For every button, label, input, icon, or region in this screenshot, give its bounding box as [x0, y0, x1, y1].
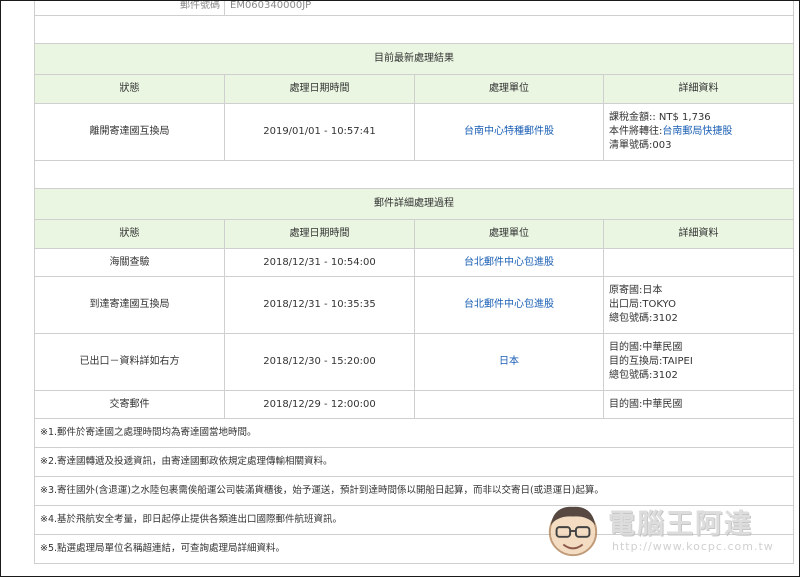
note-1: ※1.郵件於寄達國之處理時間均為寄達國當地時間。: [33, 418, 795, 448]
tracking-window: 郵件號碼 EM060340000JP 目前最新處理結果 狀態 處理日期時間 處理…: [0, 0, 800, 577]
history-row: 交寄郵件 2018/12/29 - 12:00:00 目的國:中華民國: [34, 390, 795, 419]
datetime-cell: 2019/01/01 - 10:57:41: [224, 103, 415, 161]
history-row: 海關查驗 2018/12/31 - 10:54:00 台北郵件中心包進股: [34, 248, 795, 277]
details-cell: 目的國:中華民國 目的互換局:TAIPEI 總包號碼:3102: [602, 333, 795, 391]
datetime-cell: 2018/12/30 - 15:20:00: [224, 333, 415, 391]
details-cell: [602, 248, 795, 277]
unit-cell: 日本: [414, 333, 604, 391]
col-header-unit: 處理單位: [414, 74, 604, 104]
col-header-status: 狀態: [34, 219, 225, 249]
unit-link[interactable]: 台北郵件中心包進股: [464, 257, 554, 268]
latest-caption: 目前最新處理結果: [33, 43, 795, 75]
unit-cell: 台北郵件中心包進股: [414, 276, 604, 334]
unit-cell: [414, 390, 604, 419]
datetime-cell: 2018/12/31 - 10:54:00: [224, 248, 415, 277]
detail-line: 目的互換局:TAIPEI: [609, 356, 693, 367]
note-2: ※2.寄達國轉遞及投遞資訊，由寄達國郵政依規定處理傳輸相關資料。: [33, 447, 795, 477]
detail-line: 出口局:TOKYO: [609, 299, 676, 310]
tracking-number-label: 郵件號碼: [34, 1, 225, 16]
unit-cell: 台南中心特種郵件股: [414, 103, 604, 161]
datetime-cell: 2018/12/29 - 12:00:00: [224, 390, 415, 419]
detail-line: 本件將轉往:台南郵局快捷股: [609, 126, 733, 137]
unit-link[interactable]: 台北郵件中心包進股: [464, 299, 554, 310]
col-header-datetime: 處理日期時間: [224, 74, 415, 104]
details-cell: 課稅金額:: NT$ 1,736 本件將轉往:台南郵局快捷股 清單號碼:003: [602, 103, 795, 161]
col-header-details: 詳細資料: [602, 219, 795, 249]
unit-link[interactable]: 日本: [499, 356, 519, 367]
status-cell: 海關查驗: [34, 248, 225, 277]
watermark-logo: 電腦王阿達 http://www.kocpc.com.tw: [544, 498, 779, 570]
detail-line: 原寄國:日本: [609, 285, 663, 296]
unit-cell: 台北郵件中心包進股: [414, 248, 604, 277]
col-header-unit: 處理單位: [414, 219, 604, 249]
latest-header-row: 狀態 處理日期時間 處理單位 詳細資料: [34, 74, 795, 104]
status-cell: 到達寄達國互換局: [34, 276, 225, 334]
mascot-face-icon: [548, 506, 598, 557]
details-cell: 原寄國:日本 出口局:TOKYO 總包號碼:3102: [602, 276, 795, 334]
col-header-status: 狀態: [34, 74, 225, 104]
history-row: 已出口－資料詳如右方 2018/12/30 - 15:20:00 日本 目的國:…: [34, 333, 795, 391]
history-caption: 郵件詳細處理過程: [33, 188, 795, 220]
spacer: [33, 160, 795, 189]
details-cell: 目的國:中華民國: [602, 390, 795, 419]
history-row: 到達寄達國互換局 2018/12/31 - 10:35:35 台北郵件中心包進股…: [34, 276, 795, 334]
watermark-title: 電腦王阿達: [608, 509, 753, 540]
detail-line: 目的國:中華民國: [609, 342, 683, 353]
tracking-number-value: EM060340000JP: [223, 1, 795, 16]
watermark-url: http://www.kocpc.com.tw: [612, 540, 774, 553]
detail-line: 總包號碼:3102: [609, 313, 678, 324]
detail-line: 總包號碼:3102: [609, 370, 678, 381]
status-cell: 交寄郵件: [34, 390, 225, 419]
status-cell: 離開寄達國互換局: [34, 103, 225, 161]
transfer-office-link[interactable]: 台南郵局快捷股: [662, 126, 732, 137]
tracking-table: 郵件號碼 EM060340000JP 目前最新處理結果 狀態 處理日期時間 處理…: [33, 1, 795, 564]
latest-row: 離開寄達國互換局 2019/01/01 - 10:57:41 台南中心特種郵件股…: [34, 103, 795, 161]
unit-link[interactable]: 台南中心特種郵件股: [464, 126, 554, 137]
tracking-number-row: 郵件號碼 EM060340000JP: [34, 1, 795, 16]
col-header-details: 詳細資料: [602, 74, 795, 104]
status-cell: 已出口－資料詳如右方: [34, 333, 225, 391]
spacer: [33, 15, 795, 44]
history-header-row: 狀態 處理日期時間 處理單位 詳細資料: [34, 219, 795, 249]
col-header-datetime: 處理日期時間: [224, 219, 415, 249]
datetime-cell: 2018/12/31 - 10:35:35: [224, 276, 415, 334]
detail-line: 課稅金額:: NT$ 1,736: [609, 112, 711, 123]
detail-line: 清單號碼:003: [609, 140, 672, 151]
detail-line: 目的國:中華民國: [609, 398, 683, 410]
